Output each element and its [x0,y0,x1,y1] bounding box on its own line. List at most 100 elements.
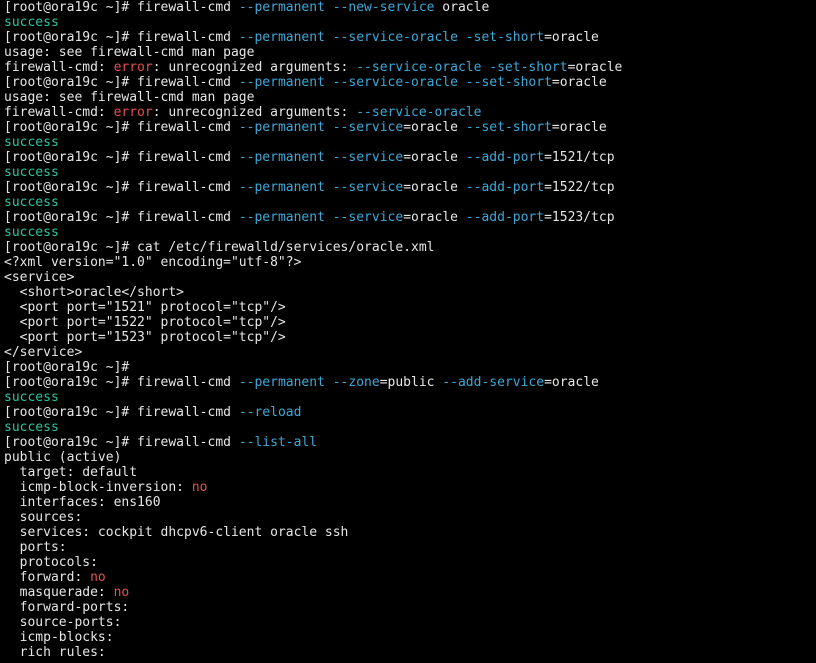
terminal-text-success: success [4,195,59,210]
terminal-text-default: <service> [4,270,75,285]
terminal-text-default: forward: [4,570,91,585]
terminal-line: [root@ora19c ~]# firewall-cmd --permanen… [4,210,814,225]
terminal-line: ports: [4,540,814,555]
terminal-text-default: protocols: [4,555,98,570]
terminal-text-default: sources: [4,510,83,525]
terminal-text-default: forward-ports: [4,600,130,615]
terminal-line: interfaces: ens160 [4,495,814,510]
terminal-text-success: success [4,165,59,180]
terminal-text-default: : unrecognized arguments: [152,60,357,75]
terminal-text-default: =oracle [403,210,466,225]
terminal-text-error: no [90,570,106,585]
terminal-line: </service> [4,345,814,360]
terminal-text-default: <short>oracle</short> [4,285,185,300]
terminal-text-default [325,120,333,135]
terminal-text-default [325,30,333,45]
terminal-text-default [325,75,333,90]
terminal-line: source-ports: [4,615,814,630]
terminal-text-default: =oracle [551,120,607,135]
terminal-line: usage: see firewall-cmd man page [4,45,814,60]
terminal-text-default: target: default [4,465,138,480]
terminal-line: icmp-blocks: [4,630,814,645]
terminal-text-default: =1522/tcp [544,180,615,195]
terminal-text-default: =oracle [567,60,623,75]
terminal-text-default: public (active) [4,450,122,465]
terminal-text-option: --permanent [238,0,325,15]
terminal-line: [root@ora19c ~]# [4,360,814,375]
terminal-line: usage: see firewall-cmd man page [4,90,814,105]
terminal-text-default: =1521/tcp [544,150,615,165]
terminal-text-default: <port port="1522" protocol="tcp"/> [4,315,286,330]
terminal-text-default: usage: see firewall-cmd man page [4,90,255,105]
terminal-text-success: success [4,390,59,405]
terminal-line: <?xml version="1.0" encoding="utf-8"?> [4,255,814,270]
terminal-text-default: =oracle [544,375,599,390]
terminal-text-default: =public [379,375,443,390]
terminal-text-default: services: cockpit dhcpv6-client oracle s… [4,525,349,540]
terminal-text-option: -set-short [489,60,568,75]
terminal-text-option: --new-service [332,0,435,15]
terminal-text-error: no [113,585,130,600]
terminal-text-success: success [4,420,59,435]
terminal-text-option: --service-oracle [356,60,482,75]
terminal-text-option: --service-oracle [356,105,482,120]
terminal-line: [root@ora19c ~]# firewall-cmd --permanen… [4,75,814,90]
terminal-text-default: [root@ora19c ~]# firewall-cmd [4,150,239,165]
terminal-text-option: --service-oracle [332,75,458,90]
terminal-text-option: --service [332,210,404,225]
terminal-text-default: [root@ora19c ~]# firewall-cmd [4,180,239,195]
terminal-line: success [4,225,814,240]
terminal-text-option: --service-oracle [332,30,458,45]
terminal-line: <short>oracle</short> [4,285,814,300]
terminal-text-default: [root@ora19c ~]# firewall-cmd [4,375,239,390]
terminal-text-option: --add-port [465,180,545,195]
terminal-line: <port port="1522" protocol="tcp"/> [4,315,814,330]
terminal-text-option: --zone [332,375,380,390]
terminal-text-default: [root@ora19c ~]# firewall-cmd [4,0,239,15]
terminal-line: success [4,15,814,30]
terminal-output[interactable]: [root@ora19c ~]# firewall-cmd --permanen… [4,0,814,663]
terminal-line: icmp-block-inversion: no [4,480,814,495]
terminal-line: firewall-cmd: error: unrecognized argume… [4,60,814,75]
terminal-text-error: error [113,105,153,120]
terminal-text-default: =oracle [403,120,466,135]
terminal-text-default: firewall-cmd: [4,60,114,75]
terminal-line: forward: no [4,570,814,585]
terminal-text-default [458,75,466,90]
terminal-text-option: --list-all [238,435,318,450]
terminal-text-default: usage: see firewall-cmd man page [4,45,255,60]
terminal-line: [root@ora19c ~]# firewall-cmd --reload [4,405,814,420]
terminal-line: [root@ora19c ~]# firewall-cmd --permanen… [4,375,814,390]
terminal-line: success [4,420,814,435]
terminal-text-default: =1523/tcp [544,210,615,225]
terminal-line: success [4,165,814,180]
terminal-text-option: --set-short [465,75,552,90]
terminal-text-option: --set-short [465,120,552,135]
terminal-text-default: [root@ora19c ~]# firewall-cmd [4,120,239,135]
terminal-text-option: --add-port [465,150,545,165]
terminal-text-error: no [191,480,208,495]
terminal-text-default: : unrecognized arguments: [152,105,357,120]
terminal-line: <service> [4,270,814,285]
terminal-line: success [4,195,814,210]
terminal-text-default [325,150,333,165]
terminal-line: [root@ora19c ~]# cat /etc/firewalld/serv… [4,240,814,255]
terminal-text-default: icmp-blocks: [4,630,114,645]
terminal-text-default: <?xml version="1.0" encoding="utf-8"?> [4,255,302,270]
terminal-line: [root@ora19c ~]# firewall-cmd --permanen… [4,120,814,135]
terminal-text-default: rich rules: [4,645,106,660]
terminal-text-option: --permanent [238,150,325,165]
terminal-text-option: --permanent [238,30,325,45]
terminal-text-default: masquerade: [4,585,114,600]
terminal-text-default [325,210,333,225]
terminal-line: protocols: [4,555,814,570]
terminal-text-default: [root@ora19c ~]# [4,360,130,375]
terminal-text-default: <port port="1523" protocol="tcp"/> [4,330,286,345]
terminal-text-default: [root@ora19c ~]# cat /etc/firewalld/serv… [4,240,435,255]
terminal-line: target: default [4,465,814,480]
terminal-text-default: icmp-block-inversion: [4,480,192,495]
terminal-line: <port port="1521" protocol="tcp"/> [4,300,814,315]
terminal-text-default: [root@ora19c ~]# firewall-cmd [4,30,239,45]
terminal-text-option: -set-short [465,30,545,45]
terminal-line: sources: [4,510,814,525]
